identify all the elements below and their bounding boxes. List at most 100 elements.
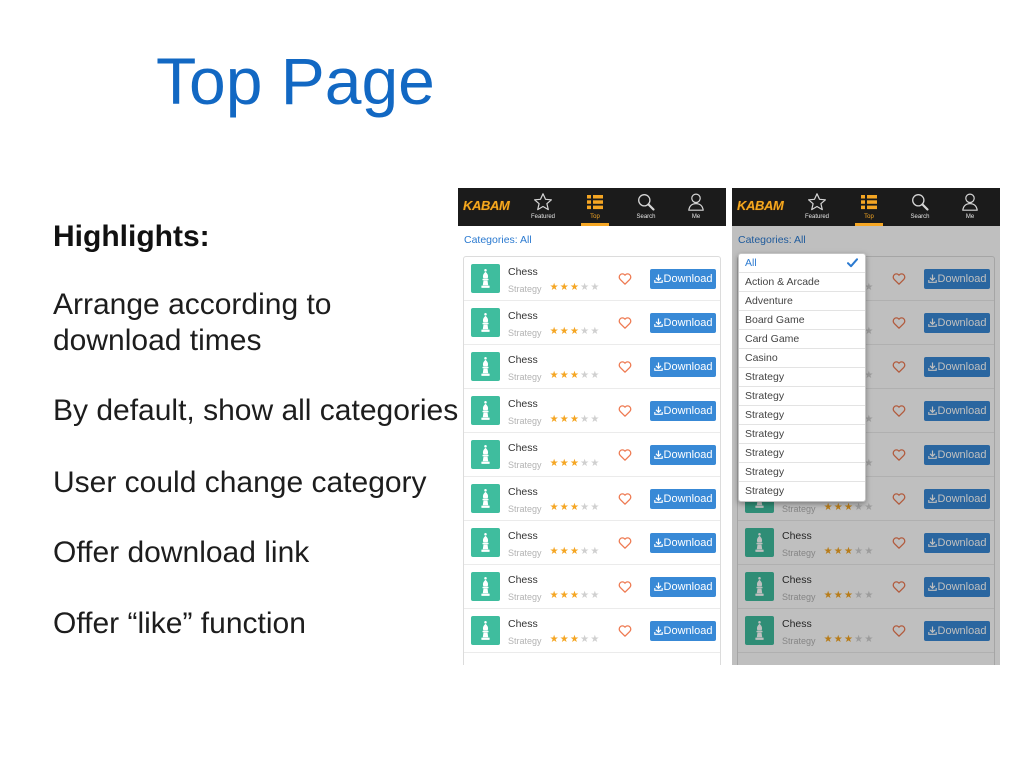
like-button[interactable] xyxy=(618,580,632,594)
star-empty-icon: ★ xyxy=(590,502,600,513)
rating-stars: ★★★★★ xyxy=(549,546,600,557)
download-button[interactable]: Download xyxy=(650,533,716,553)
star-icon xyxy=(807,192,827,212)
like-button[interactable] xyxy=(618,360,632,374)
download-icon xyxy=(653,538,663,547)
download-button[interactable]: Download xyxy=(650,445,716,465)
star-filled-icon: ★ xyxy=(569,458,579,469)
game-row[interactable]: Chess Strategy ★★★★★ Download xyxy=(464,521,720,565)
heart-icon xyxy=(618,405,632,417)
star-filled-icon: ★ xyxy=(549,282,559,293)
like-button[interactable] xyxy=(618,624,632,638)
tab-me[interactable]: Me xyxy=(948,188,992,226)
game-row[interactable]: Chess Strategy ★★★★★ Download xyxy=(464,301,720,345)
like-button[interactable] xyxy=(618,492,632,506)
game-row[interactable]: Chess Strategy ★★★★★ Download xyxy=(464,345,720,389)
kabam-logo[interactable]: KABAM xyxy=(737,198,784,213)
tab-label: Search xyxy=(636,214,656,220)
rating-stars: ★★★★★ xyxy=(549,502,600,513)
highlight-point: By default, show all categories xyxy=(53,394,459,427)
category-option[interactable]: Strategy xyxy=(739,406,865,425)
category-option[interactable]: Action & Arcade xyxy=(739,273,865,292)
download-button[interactable]: Download xyxy=(650,401,716,421)
like-button[interactable] xyxy=(618,404,632,418)
rating-stars: ★★★★★ xyxy=(549,326,600,337)
download-button[interactable]: Download xyxy=(650,621,716,641)
category-option[interactable]: Strategy xyxy=(739,482,865,501)
download-label: Download xyxy=(663,625,713,637)
star-filled-icon: ★ xyxy=(559,458,569,469)
category-option[interactable]: Casino xyxy=(739,349,865,368)
highlight-point: User could change category xyxy=(53,466,427,499)
download-button[interactable]: Download xyxy=(650,269,716,289)
game-genre: Strategy xyxy=(508,416,542,426)
chess-piece-icon xyxy=(471,308,500,337)
like-button[interactable] xyxy=(618,272,632,286)
kabam-logo[interactable]: KABAM xyxy=(463,198,510,213)
tab-top[interactable]: Top xyxy=(573,188,617,226)
download-button[interactable]: Download xyxy=(650,313,716,333)
category-option-label: Strategy xyxy=(745,371,785,383)
game-genre: Strategy xyxy=(508,504,542,514)
game-genre: Strategy xyxy=(508,592,542,602)
category-option[interactable]: Card Game xyxy=(739,330,865,349)
heart-icon xyxy=(618,317,632,329)
category-option[interactable]: Strategy xyxy=(739,463,865,482)
tab-featured[interactable]: Featured xyxy=(795,188,839,226)
tab-me[interactable]: Me xyxy=(674,188,718,226)
rating-stars: ★★★★★ xyxy=(549,414,600,425)
category-option-label: Action & Arcade xyxy=(745,276,820,288)
category-option[interactable]: Strategy xyxy=(739,425,865,444)
star-filled-icon: ★ xyxy=(549,546,559,557)
download-button[interactable]: Download xyxy=(650,357,716,377)
tab-search[interactable]: Search xyxy=(624,188,668,226)
like-button[interactable] xyxy=(618,316,632,330)
tab-label: Featured xyxy=(804,214,829,220)
game-row[interactable]: Chess Strategy ★★★★★ Download xyxy=(464,433,720,477)
category-option[interactable]: Strategy xyxy=(739,387,865,406)
heart-icon xyxy=(618,361,632,373)
game-row[interactable]: Chess Strategy ★★★★★ Download xyxy=(464,257,720,301)
download-button[interactable]: Download xyxy=(650,489,716,509)
download-icon xyxy=(653,450,663,459)
category-option[interactable]: Strategy xyxy=(739,444,865,463)
categories-selector[interactable]: Categories: All xyxy=(464,234,532,246)
tab-search[interactable]: Search xyxy=(898,188,942,226)
star-filled-icon: ★ xyxy=(559,326,569,337)
heart-icon xyxy=(618,493,632,505)
category-option[interactable]: Adventure xyxy=(739,292,865,311)
star-empty-icon: ★ xyxy=(580,414,590,425)
game-row[interactable]: Chess Strategy ★★★★★ Download xyxy=(464,477,720,521)
category-option[interactable]: All xyxy=(739,254,865,273)
category-option-label: Strategy xyxy=(745,485,785,497)
tab-featured[interactable]: Featured xyxy=(521,188,565,226)
category-option[interactable]: Board Game xyxy=(739,311,865,330)
download-icon xyxy=(653,494,663,503)
game-row[interactable]: Chess Strategy ★★★★★ Download xyxy=(464,565,720,609)
star-empty-icon: ★ xyxy=(580,546,590,557)
heart-icon xyxy=(618,273,632,285)
download-label: Download xyxy=(663,405,713,417)
game-genre: Strategy xyxy=(508,328,542,338)
download-label: Download xyxy=(663,493,713,505)
category-option-label: Strategy xyxy=(745,428,785,440)
game-row[interactable]: Chess Strategy ★★★★★ Download xyxy=(464,389,720,433)
list-icon xyxy=(859,192,879,212)
category-option[interactable]: Strategy xyxy=(739,368,865,387)
star-filled-icon: ★ xyxy=(569,634,579,645)
star-filled-icon: ★ xyxy=(569,370,579,381)
tab-top[interactable]: Top xyxy=(847,188,891,226)
category-option-label: Strategy xyxy=(745,409,785,421)
rating-stars: ★★★★★ xyxy=(549,282,600,293)
download-icon xyxy=(653,582,663,591)
checkmark-icon xyxy=(847,258,858,268)
game-row[interactable]: Chess Strategy ★★★★★ Download xyxy=(464,609,720,653)
like-button[interactable] xyxy=(618,448,632,462)
star-filled-icon: ★ xyxy=(549,634,559,645)
game-genre: Strategy xyxy=(508,636,542,646)
star-filled-icon: ★ xyxy=(559,282,569,293)
star-empty-icon: ★ xyxy=(580,282,590,293)
like-button[interactable] xyxy=(618,536,632,550)
category-option-label: All xyxy=(745,257,757,269)
download-button[interactable]: Download xyxy=(650,577,716,597)
